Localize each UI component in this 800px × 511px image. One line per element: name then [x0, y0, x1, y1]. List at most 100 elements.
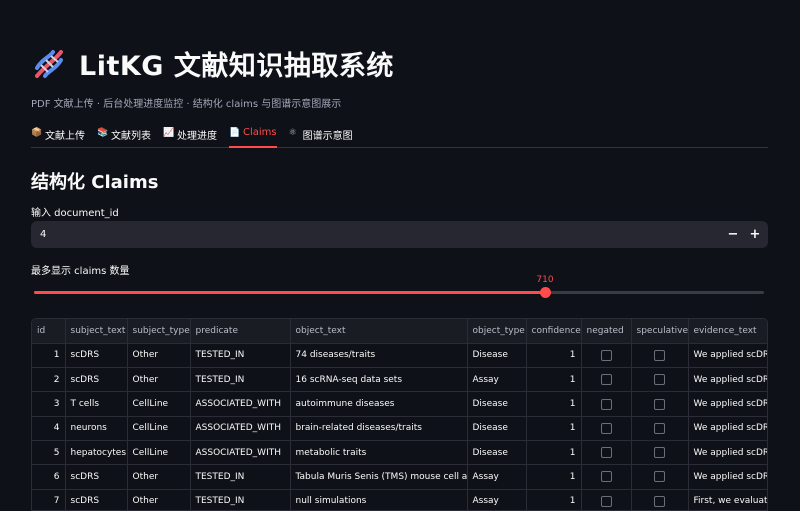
table-cell[interactable]: scDRS — [65, 489, 128, 510]
table-cell[interactable]: 6 — [32, 464, 66, 490]
table-cell[interactable]: We applied scDRS to — [688, 464, 767, 490]
claims-table[interactable]: id subject_text subject_type predicate o… — [31, 318, 768, 511]
table-cell[interactable]: Assay — [467, 367, 527, 393]
speculative-checkbox-cell[interactable] — [631, 489, 689, 510]
table-cell[interactable]: Other — [127, 343, 191, 369]
table-cell[interactable]: 4 — [32, 416, 66, 441]
speculative-checkbox-cell[interactable] — [631, 343, 689, 369]
column-header-confidence[interactable]: confidence — [526, 319, 582, 344]
column-header-subject-text[interactable]: subject_text — [65, 319, 128, 344]
tab-claims[interactable]: 📄 Claims — [229, 124, 277, 148]
table-cell[interactable]: Other — [127, 464, 191, 490]
table-cell[interactable]: CellLine — [127, 440, 191, 466]
tab-document-list[interactable]: 📚 文献列表 — [97, 124, 151, 148]
speculative-checkbox[interactable] — [654, 422, 665, 434]
table-row[interactable]: 5 hepatocytes CellLine ASSOCIATED_WITH metab… — [32, 440, 767, 466]
table-cell[interactable]: metabolic traits — [290, 440, 468, 466]
negated-checkbox[interactable] — [600, 398, 612, 410]
table-cell[interactable]: TESTED_IN — [190, 343, 291, 369]
table-cell[interactable]: scDRS — [65, 343, 128, 369]
speculative-checkbox[interactable] — [654, 447, 665, 459]
table-cell[interactable]: Assay — [467, 464, 527, 490]
table-row[interactable]: 4 neurons CellLine ASSOCIATED_WITH brain-rel… — [32, 416, 767, 441]
table-cell[interactable]: TESTED_IN — [190, 489, 291, 510]
table-cell[interactable]: Tabula Muris Senis (TMS) mouse cell atla… — [290, 464, 468, 490]
negated-checkbox-cell[interactable] — [581, 489, 632, 510]
table-cell[interactable]: 74 diseases/traits — [290, 343, 468, 369]
table-cell[interactable]: We applied scDRS to — [688, 391, 767, 417]
table-row[interactable]: 7 scDRS Other TESTED_IN null simulations Assa… — [32, 489, 767, 510]
table-cell[interactable]: 1 — [526, 367, 582, 393]
table-cell[interactable]: 5 — [32, 440, 66, 466]
column-header-evidence-text[interactable]: evidence_text — [688, 319, 767, 344]
column-header-predicate[interactable]: predicate — [190, 319, 291, 344]
table-cell[interactable]: autoimmune diseases — [290, 391, 468, 417]
negated-checkbox[interactable] — [600, 349, 612, 361]
negated-checkbox-cell[interactable] — [581, 391, 632, 417]
table-cell[interactable]: TESTED_IN — [190, 464, 291, 490]
table-cell[interactable]: 1 — [526, 489, 582, 510]
table-cell[interactable]: hepatocytes — [65, 440, 128, 466]
table-cell[interactable]: Assay — [467, 489, 527, 510]
max-claims-slider[interactable]: 710 — [34, 275, 764, 299]
table-cell[interactable]: 3 — [32, 391, 66, 417]
slider-thumb[interactable] — [540, 287, 551, 298]
negated-checkbox[interactable] — [600, 447, 612, 459]
table-cell[interactable]: T cells — [65, 391, 128, 417]
document-id-input[interactable] — [31, 221, 722, 248]
table-cell[interactable]: CellLine — [127, 391, 191, 417]
table-cell[interactable]: Other — [127, 367, 191, 393]
table-row[interactable]: 6 scDRS Other TESTED_IN Tabula Muris Senis (… — [32, 464, 767, 490]
table-cell[interactable]: We applied scDRS to — [688, 343, 767, 369]
table-cell[interactable]: 1 — [526, 343, 582, 369]
table-cell[interactable]: Disease — [467, 391, 527, 417]
speculative-checkbox-cell[interactable] — [631, 464, 689, 490]
table-cell[interactable]: Disease — [467, 416, 527, 441]
speculative-checkbox[interactable] — [654, 495, 665, 507]
table-cell[interactable]: 1 — [526, 440, 582, 466]
table-cell[interactable]: 7 — [32, 489, 66, 510]
table-cell[interactable]: ASSOCIATED_WITH — [190, 391, 291, 417]
negated-checkbox-cell[interactable] — [581, 416, 632, 441]
negated-checkbox-cell[interactable] — [581, 343, 632, 369]
table-cell[interactable]: We applied scDRS to — [688, 440, 767, 466]
table-cell[interactable]: 1 — [32, 343, 66, 369]
speculative-checkbox[interactable] — [654, 398, 665, 410]
column-header-speculative[interactable]: speculative — [631, 319, 689, 344]
table-cell[interactable]: First, we evaluated — [688, 489, 767, 510]
table-row[interactable]: 2 scDRS Other TESTED_IN 16 scRNA-seq data se… — [32, 367, 767, 393]
table-cell[interactable]: Other — [127, 489, 191, 510]
table-cell[interactable]: 1 — [526, 391, 582, 417]
column-header-negated[interactable]: negated — [581, 319, 632, 344]
column-header-object-text[interactable]: object_text — [290, 319, 468, 344]
negated-checkbox[interactable] — [600, 495, 612, 507]
speculative-checkbox-cell[interactable] — [631, 367, 689, 393]
speculative-checkbox-cell[interactable] — [631, 440, 689, 466]
negated-checkbox[interactable] — [600, 374, 612, 386]
table-cell[interactable]: ASSOCIATED_WITH — [190, 440, 291, 466]
table-cell[interactable]: We applied scDRS to — [688, 367, 767, 393]
tab-graph[interactable]: ⚛ 图谱示意图 — [289, 124, 353, 148]
table-cell[interactable]: ASSOCIATED_WITH — [190, 416, 291, 441]
table-cell[interactable]: Disease — [467, 343, 527, 369]
table-cell[interactable]: 2 — [32, 367, 66, 393]
increment-button[interactable]: + — [744, 221, 766, 248]
table-cell[interactable]: neurons — [65, 416, 128, 441]
speculative-checkbox[interactable] — [654, 374, 665, 386]
negated-checkbox-cell[interactable] — [581, 367, 632, 393]
table-row[interactable]: 3T cells CellLine ASSOCIATED_WITH autoimmun… — [32, 391, 767, 417]
table-cell[interactable]: CellLine — [127, 416, 191, 441]
negated-checkbox[interactable] — [600, 422, 612, 434]
column-header-object-type[interactable]: object_type — [467, 319, 527, 344]
table-cell[interactable]: 16 scRNA-seq data sets — [290, 367, 468, 393]
negated-checkbox-cell[interactable] — [581, 440, 632, 466]
column-header-subject-type[interactable]: subject_type — [127, 319, 191, 344]
speculative-checkbox-cell[interactable] — [631, 391, 689, 417]
table-cell[interactable]: scDRS — [65, 367, 128, 393]
tab-progress[interactable]: 📈 处理进度 — [163, 124, 217, 148]
table-cell[interactable]: scDRS — [65, 464, 128, 490]
table-row[interactable]: 1 scDRS Other TESTED_IN 74 diseases/traits Di… — [32, 343, 767, 369]
table-cell[interactable]: null simulations — [290, 489, 468, 510]
negated-checkbox-cell[interactable] — [581, 464, 632, 490]
table-cell[interactable]: We applied scDRS to — [688, 416, 767, 441]
